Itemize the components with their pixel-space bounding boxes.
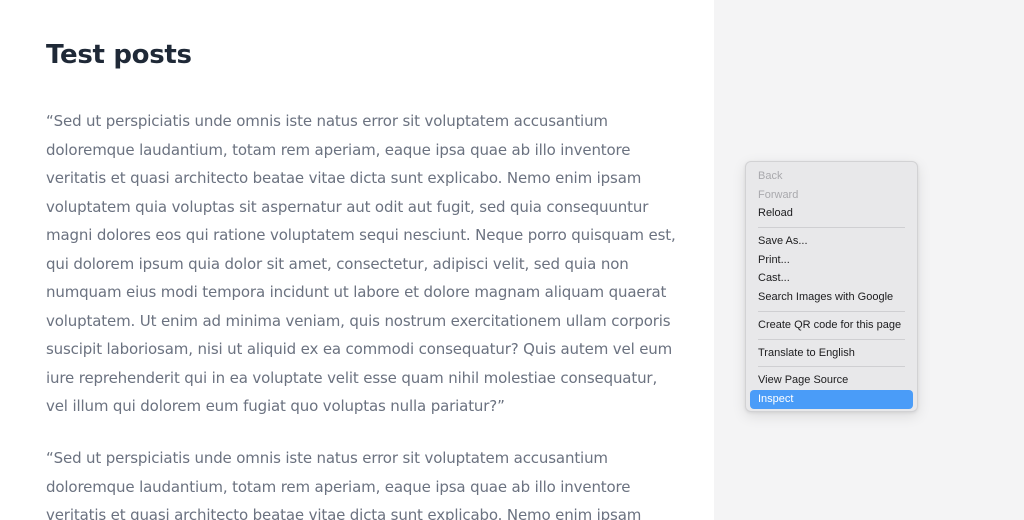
post-line: magni dolores eos qui ratione voluptatem… [46,226,676,244]
menu-item-create-qr-code[interactable]: Create QR code for this page [750,316,913,335]
menu-item-inspect[interactable]: Inspect [750,389,913,409]
post-paragraph: “Sed ut perspiciatis unde omnis iste nat… [46,444,686,520]
post-line: veritatis et quasi architecto beatae vit… [46,506,642,520]
page: Test posts “Sed ut perspiciatis unde omn… [0,0,1024,520]
post-line: “Sed ut perspiciatis unde omnis iste nat… [46,112,608,130]
menu-item-back[interactable]: Back [750,167,913,186]
post-line: doloremque laudantium, totam rem aperiam… [46,140,631,159]
post-line: voluptatem. Ut enim ad minima veniam, qu… [46,311,671,330]
menu-separator [758,310,905,312]
menu-item-save-as[interactable]: Save As... [750,232,913,251]
menu-item-reload[interactable]: Reload [750,204,913,223]
menu-separator [758,338,905,340]
page-title: Test posts [46,40,192,70]
main-content: Test posts “Sed ut perspiciatis unde omn… [0,0,714,520]
post-line: veritatis et quasi architecto beatae vit… [46,169,642,187]
menu-item-translate[interactable]: Translate to English [750,344,913,363]
menu-separator [758,227,905,229]
post-line: doloremque laudantium, totam rem aperiam… [46,477,631,496]
post-line: vel illum qui dolorem eum fugiat quo vol… [46,397,505,415]
post-line: numquam eius modi tempora incidunt ut la… [46,283,667,301]
post-line: voluptatem quia voluptas sit aspernatur … [46,197,649,216]
post-line: suscipit laboriosam, nisi ut aliquid ex … [46,340,673,358]
menu-item-cast[interactable]: Cast... [750,269,913,288]
context-menu: Back Forward Reload Save As... Print... … [745,161,918,412]
menu-separator [758,366,905,368]
menu-item-view-page-source[interactable]: View Page Source [750,371,913,390]
post-line: iure reprehenderit qui in ea voluptate v… [46,368,658,387]
post-paragraph: “Sed ut perspiciatis unde omnis iste nat… [46,107,686,421]
post-line: “Sed ut perspiciatis unde omnis iste nat… [46,449,608,467]
menu-item-forward[interactable]: Forward [750,186,913,205]
menu-item-print[interactable]: Print... [750,251,913,270]
post-line: qui dolorem ipsum quia dolor sit amet, c… [46,254,629,273]
menu-item-search-images[interactable]: Search Images with Google [750,288,913,307]
